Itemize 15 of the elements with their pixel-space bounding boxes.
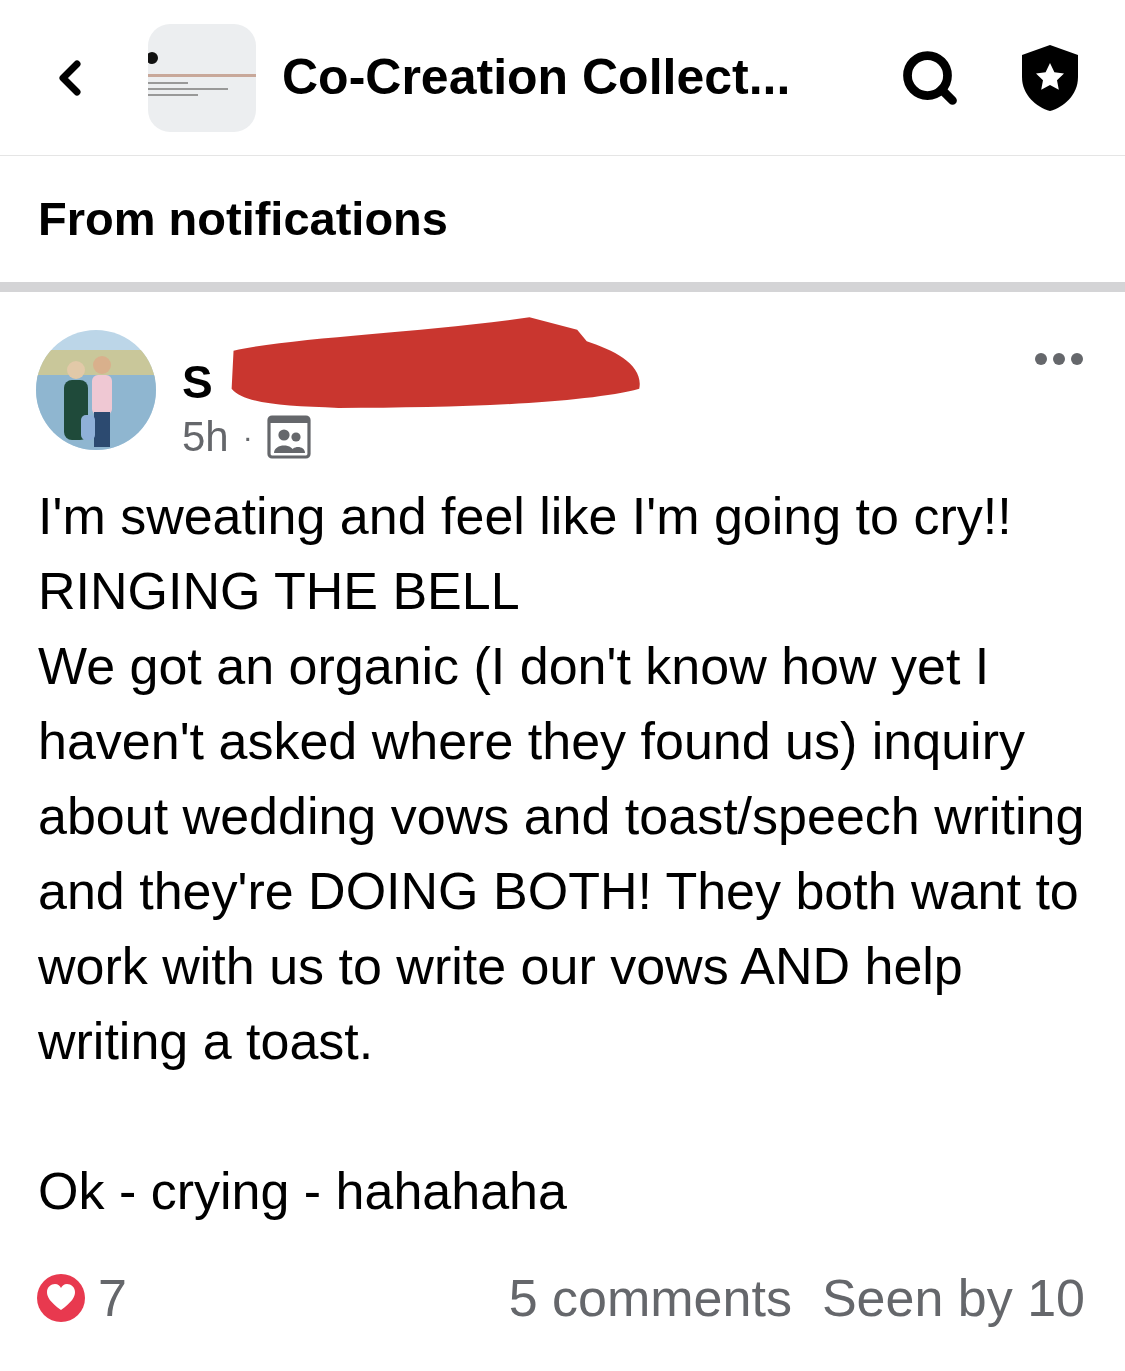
post-text: Ok - crying - hahahaha [38, 1161, 568, 1222]
more-icon [1034, 352, 1084, 366]
separator-dot: · [242, 422, 253, 452]
reaction-count[interactable]: 7 [98, 1259, 127, 1337]
group-title: Co-Creation Collect... [282, 48, 791, 107]
comments-link[interactable]: 5 comments [508, 1259, 792, 1337]
seen-by-link[interactable]: Seen by 10 [821, 1259, 1085, 1337]
author-name: S [182, 359, 213, 405]
post-text: We got an organic (I don't know how yet I haven't asked where they found us) inquiry about wedding vows and toast/speech writing and they're DOING BOTH! They both want to work with us to write our vows AND help writing a toast. [38, 636, 1086, 1072]
heart-reaction-icon [36, 1273, 86, 1323]
group-members-icon [266, 415, 311, 459]
section-title: From notifications [38, 190, 448, 247]
post-text: RINGING THE BELL [38, 561, 521, 622]
post-text: I'm sweating and feel like I'm going to cry!! [38, 486, 1013, 547]
post-time: 5h [182, 416, 229, 458]
